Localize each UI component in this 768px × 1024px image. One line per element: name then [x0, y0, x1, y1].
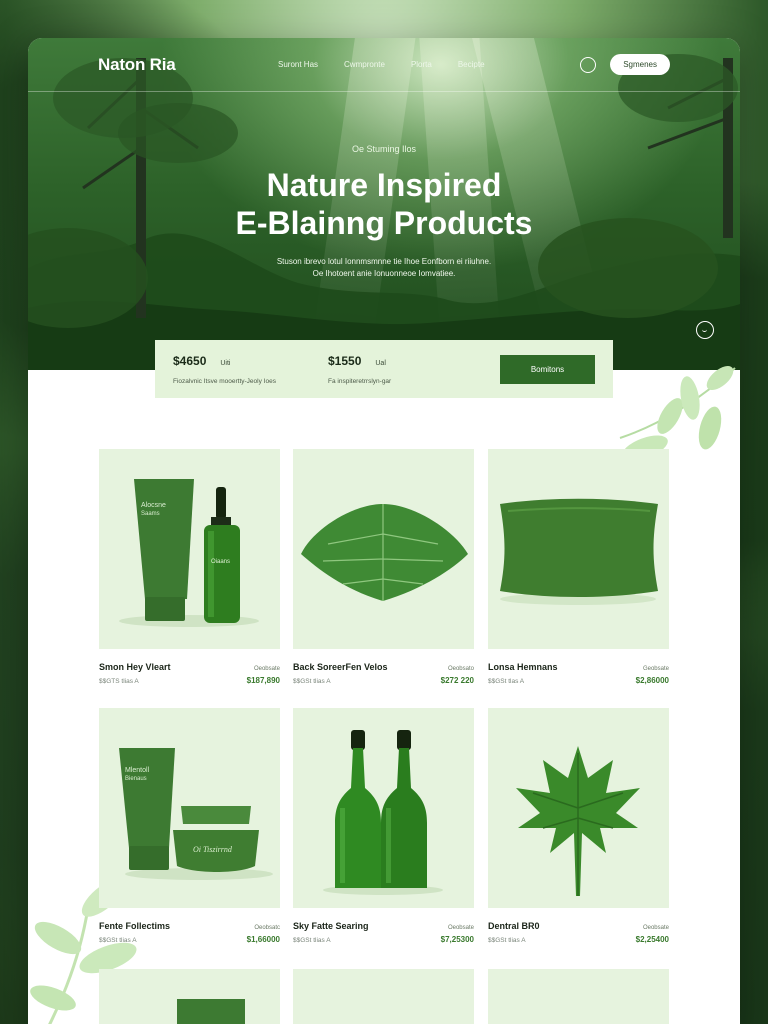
top-navigation: Naton Ria Suront Has Cwmpronte Plorta Be…: [28, 38, 740, 92]
product-meta: $$GSt tlias A: [488, 937, 526, 944]
hero-subtitle-line-2: Oe Ihotoent anie Ionuonneoe Iomvatiee.: [312, 269, 456, 278]
product-image: Alocsne Saams Oiaans: [99, 449, 280, 649]
page-frame: Naton Ria Suront Has Cwmpronte Plorta Be…: [28, 38, 740, 1024]
product-image: [99, 969, 280, 1024]
signup-button[interactable]: Sgmenes: [610, 54, 670, 75]
product-category: Oeobsate: [253, 666, 280, 672]
product-image: [488, 969, 669, 1024]
hero-eyebrow: Oe Stuming Ilos: [351, 144, 417, 154]
nav-link-3[interactable]: Plorta: [411, 60, 432, 69]
two-green-bottles-icon: [323, 730, 443, 895]
product-price: $7,25300: [440, 935, 474, 944]
nav-links: Suront Has Cwmpronte Plorta Becipte: [278, 60, 580, 69]
hero-title-line-1: Nature Inspired: [266, 167, 502, 203]
product-price: $272 220: [440, 676, 474, 685]
hero-text: Oe Stuming Ilos Nature Inspired E-Blainn…: [28, 144, 740, 280]
cream-jar-label: Oi Tiszirrnd: [193, 845, 233, 854]
search-icon[interactable]: [580, 56, 597, 73]
price-value: $1550: [328, 353, 362, 368]
svg-text:Saams: Saams: [141, 511, 160, 517]
product-card[interactable]: Back SoreerFen Velos Oeobsato $$GSt tlia…: [293, 449, 474, 685]
pricing-bar: $4650 Uiti Fiozalvnic Itsve mooertty-Jeo…: [155, 340, 613, 398]
product-meta: $$GTS tlias A: [99, 678, 139, 685]
svg-text:Mlentoll: Mlentoll: [125, 767, 150, 774]
product-category: Oeobsate: [642, 925, 669, 931]
product-meta: $$GSt tlias A: [293, 678, 331, 685]
product-image: Mlentoll Bienaus Oi Tiszirrnd: [99, 708, 280, 908]
product-name: Smon Hey Vleart: [99, 662, 171, 672]
nav-link-2[interactable]: Cwmpronte: [344, 60, 385, 69]
price-note: Fiozalvnic Itsve mooertty-Jeoly Ioes: [173, 377, 276, 385]
product-card[interactable]: Lonsa Hemnans Geobsate $$GSt tlas A $2,8…: [488, 449, 669, 685]
product-price: $1,66000: [246, 935, 280, 944]
product-image: [293, 449, 474, 649]
tube-icon: [177, 999, 245, 1024]
product-card[interactable]: [488, 969, 669, 1024]
price-group-b: $1550 Ual Fa inspiteretrrslyn-gar: [328, 354, 483, 385]
svg-text:Bienaus: Bienaus: [125, 776, 147, 782]
tube-and-dropper-bottle-icon: Alocsne Saams Oiaans: [119, 479, 259, 627]
brand-logo[interactable]: Naton Ria: [98, 55, 278, 75]
product-price: $2,25400: [635, 935, 669, 944]
hero-title-line-2: E-Blainng Products: [235, 205, 533, 241]
product-card[interactable]: Mlentoll Bienaus Oi Tiszirrnd Fente Foll…: [99, 708, 280, 944]
product-image: [488, 449, 669, 649]
smile-icon[interactable]: [696, 321, 714, 339]
nav-link-1[interactable]: Suront Has: [278, 60, 318, 69]
svg-text:Oiaans: Oiaans: [211, 559, 230, 565]
hero-title: Nature Inspired E-Blainng Products: [28, 166, 740, 242]
product-image: [293, 708, 474, 908]
large-green-leaf-icon: [301, 504, 468, 601]
product-meta: $$GSt tlas A: [488, 678, 525, 685]
product-card[interactable]: Alocsne Saams Oiaans Smon Hey Vleart Oeo…: [99, 449, 280, 685]
nav-link-4[interactable]: Becipte: [458, 60, 485, 69]
maple-leaf-icon: [516, 746, 640, 896]
product-category: Oeobsatc: [254, 925, 280, 931]
product-price: $187,890: [246, 676, 280, 685]
product-name: Back SoreerFen Velos: [293, 662, 388, 672]
svg-text:Alocsne: Alocsne: [141, 502, 166, 509]
price-tag: Ual: [375, 359, 386, 367]
product-meta: $$GSt tlias A: [99, 937, 137, 944]
product-name: Dentral BR0: [488, 921, 540, 931]
hero-subtitle: Stuson ibrevo lotul Ionnmsmnne tie Ihoe …: [28, 256, 740, 280]
pricing-cta-button[interactable]: Bomitons: [500, 354, 595, 384]
product-name: Lonsa Hemnans: [488, 662, 558, 672]
product-meta: $$GSt tlias A: [293, 937, 331, 944]
product-price: $2,86000: [635, 676, 669, 685]
product-name: Sky Fatte Searing: [293, 921, 369, 931]
product-category: Geobsate: [642, 666, 669, 672]
hero-section: Naton Ria Suront Has Cwmpronte Plorta Be…: [28, 38, 740, 370]
product-card[interactable]: Sky Fatte Searing Oeobsate $$GSt tlias A…: [293, 708, 474, 944]
tube-and-cream-jar-icon: Mlentoll Bienaus Oi Tiszirrnd: [119, 748, 273, 880]
price-value: $4650: [173, 353, 207, 368]
product-card[interactable]: [293, 969, 474, 1024]
product-image: [488, 708, 669, 908]
product-card[interactable]: Dentral BR0 Oeobsate $$GSt tlias A $2,25…: [488, 708, 669, 944]
product-category: Oeobsato: [447, 666, 474, 672]
price-note: Fa inspiteretrrslyn-gar: [328, 377, 392, 385]
green-pillow-icon: [500, 498, 658, 605]
hero-subtitle-line-1: Stuson ibrevo lotul Ionnmsmnne tie Ihoe …: [276, 257, 492, 266]
product-category: Oeobsate: [447, 925, 474, 931]
price-tag: Uiti: [220, 359, 231, 367]
product-card[interactable]: [99, 969, 280, 1024]
product-name: Fente Follectims: [99, 921, 171, 931]
price-group-a: $4650 Uiti Fiozalvnic Itsve mooertty-Jeo…: [173, 354, 328, 385]
product-image: [293, 969, 474, 1024]
